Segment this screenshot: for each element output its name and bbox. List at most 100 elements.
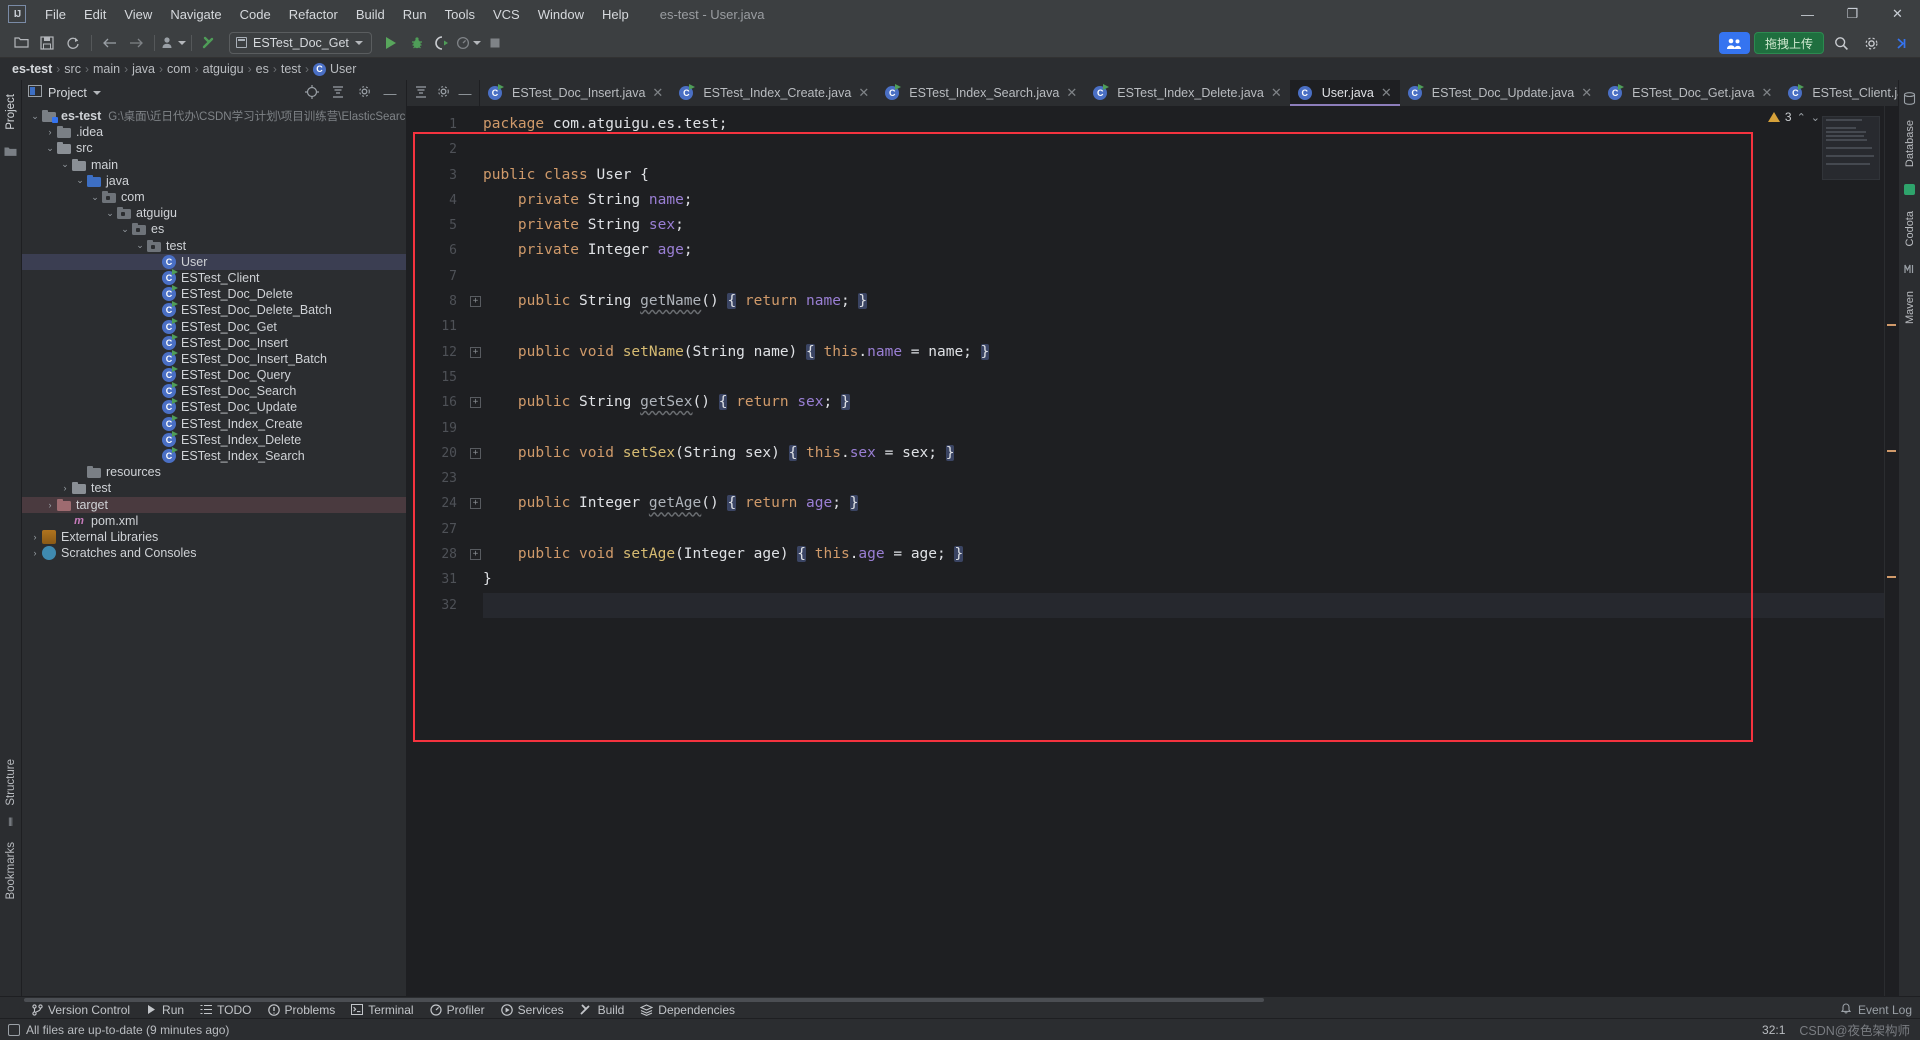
search-icon[interactable] bbox=[1828, 31, 1854, 55]
menu-item-navigate[interactable]: Navigate bbox=[161, 4, 230, 25]
tree-node-User[interactable]: C User bbox=[22, 253, 406, 270]
editor-tab-ESTest_Client.ja[interactable]: CESTest_Client.ja✕ bbox=[1780, 80, 1898, 106]
gutter-line[interactable]: 6 bbox=[407, 238, 465, 263]
tree-node-ESTest_Doc_Query[interactable]: C ESTest_Doc_Query bbox=[22, 366, 406, 383]
chevron-right-icon[interactable]: › bbox=[28, 532, 42, 542]
tree-node-es-test[interactable]: ⌄ es-test G:\桌面\近日代办\CSDN学习计划\项目训练营\Elasti… bbox=[22, 108, 406, 124]
scrollbar-thumb[interactable] bbox=[24, 998, 1264, 1002]
menu-item-vcs[interactable]: VCS bbox=[484, 4, 529, 25]
bottom-bar-services[interactable]: Services bbox=[493, 1000, 572, 1020]
menu-item-build[interactable]: Build bbox=[347, 4, 394, 25]
debug-button[interactable] bbox=[404, 31, 430, 55]
tree-node-.idea[interactable]: › .idea bbox=[22, 124, 406, 140]
tool-window-structure[interactable]: Structure bbox=[5, 753, 17, 812]
inspection-mark[interactable] bbox=[1887, 576, 1896, 578]
editor-tab-ESTest_Index_Delete.java[interactable]: C ESTest_Index_Delete.java ✕ bbox=[1085, 80, 1290, 106]
bottom-bar-terminal[interactable]: Terminal bbox=[343, 1000, 421, 1020]
inspection-strip[interactable] bbox=[1884, 106, 1898, 996]
bottom-bar-version-control[interactable]: Version Control bbox=[24, 1000, 138, 1020]
tool-window-codota[interactable]: Codota bbox=[1904, 205, 1916, 252]
bottom-bar-run[interactable]: Run bbox=[138, 1000, 192, 1020]
menu-item-refactor[interactable]: Refactor bbox=[280, 4, 347, 25]
tool-window-maven[interactable]: Maven bbox=[1904, 285, 1916, 330]
menu-item-tools[interactable]: Tools bbox=[436, 4, 484, 25]
folder-icon[interactable] bbox=[4, 146, 17, 160]
gutter-line[interactable]: 2 bbox=[407, 137, 465, 162]
editor-tab-ESTest_Doc_Get.java[interactable]: C ESTest_Doc_Get.java ✕ bbox=[1600, 80, 1780, 106]
tree-node-Scratches-and-Consoles[interactable]: › Scratches and Consoles bbox=[22, 545, 406, 561]
tree-node-java[interactable]: ⌄ java bbox=[22, 173, 406, 189]
chevron-down-icon[interactable]: ⌄ bbox=[118, 224, 132, 235]
project-tree[interactable]: ⌄ es-test G:\桌面\近日代办\CSDN学习计划\项目训练营\Elasti… bbox=[22, 106, 406, 996]
gutter-line[interactable]: 15 bbox=[407, 365, 465, 390]
chevron-down-icon[interactable]: ⌄ bbox=[133, 240, 147, 251]
chevron-down-icon[interactable]: ⌄ bbox=[1811, 111, 1820, 124]
tree-node-ESTest_Index_Create[interactable]: C ESTest_Index_Create bbox=[22, 414, 406, 432]
code-line[interactable]: package com.atguigu.es.test; bbox=[483, 112, 1884, 137]
gutter-line[interactable]: 31 bbox=[407, 567, 465, 592]
breadcrumb-item-es[interactable]: es bbox=[252, 62, 273, 76]
menu-item-view[interactable]: View bbox=[115, 4, 161, 25]
breadcrumb-item-com[interactable]: com bbox=[163, 62, 195, 76]
code-line[interactable]: private String name; bbox=[483, 188, 1884, 213]
close-tab-icon[interactable]: ✕ bbox=[1271, 85, 1282, 101]
tree-node-ESTest_Doc_Insert[interactable]: C ESTest_Doc_Insert bbox=[22, 333, 406, 351]
menu-item-file[interactable]: File bbox=[36, 4, 75, 25]
chevron-right-icon[interactable]: › bbox=[58, 483, 72, 493]
editor-gutter[interactable]: 1 2 3 4 5 6 7 8 +11 12 +15 16 +19 20 +23 24 +27 28 +31 32 bbox=[407, 106, 481, 996]
gear-icon[interactable] bbox=[1858, 31, 1884, 55]
tree-node-External-Libraries[interactable]: › External Libraries bbox=[22, 529, 406, 545]
chevron-down-icon[interactable]: ⌄ bbox=[103, 208, 117, 219]
chevron-down-icon[interactable]: ⌄ bbox=[88, 192, 102, 203]
stop-button[interactable] bbox=[482, 31, 508, 55]
code-line[interactable] bbox=[483, 365, 1884, 390]
close-tab-icon[interactable]: ✕ bbox=[1761, 85, 1772, 101]
gutter-line[interactable]: 23 bbox=[407, 466, 465, 491]
database-icon[interactable] bbox=[1902, 90, 1918, 106]
menu-item-edit[interactable]: Edit bbox=[75, 4, 115, 25]
chevron-down-icon[interactable]: ⌄ bbox=[28, 111, 42, 122]
build-hammer-icon[interactable] bbox=[197, 31, 223, 55]
tree-node-ESTest_Doc_Update[interactable]: C ESTest_Doc_Update bbox=[22, 398, 406, 415]
tree-node-resources[interactable]: resources bbox=[22, 464, 406, 480]
tree-node-ESTest_Doc_Insert_Batch[interactable]: C ESTest_Doc_Insert_Batch bbox=[22, 349, 406, 367]
collapse-all-icon[interactable] bbox=[411, 85, 431, 102]
close-tab-icon[interactable]: ✕ bbox=[858, 85, 869, 101]
close-tab-icon[interactable]: ✕ bbox=[1581, 85, 1592, 101]
code-line[interactable]: public String getName() { return name; } bbox=[483, 289, 1884, 314]
gutter-line[interactable]: 24 + bbox=[407, 491, 481, 516]
save-icon[interactable] bbox=[34, 31, 60, 55]
gutter-line[interactable]: 8 + bbox=[407, 289, 481, 314]
editor-tab-ESTest_Doc_Update.java[interactable]: C ESTest_Doc_Update.java ✕ bbox=[1400, 80, 1600, 106]
code-line[interactable]: public void setSex(String sex) { this.se… bbox=[483, 441, 1884, 466]
run-configuration-selector[interactable]: ESTest_Doc_Get bbox=[229, 31, 372, 54]
code-line[interactable]: } bbox=[483, 567, 1884, 592]
code-line[interactable] bbox=[483, 466, 1884, 491]
breadcrumb-item-java[interactable]: java bbox=[128, 62, 159, 76]
gutter-line[interactable]: 12 + bbox=[407, 340, 481, 365]
tree-node-main[interactable]: ⌄ main bbox=[22, 157, 406, 173]
gutter-line[interactable]: 20 + bbox=[407, 441, 481, 466]
gutter-line[interactable]: 27 bbox=[407, 517, 465, 542]
breadcrumb-class[interactable]: C User bbox=[309, 62, 360, 76]
code-line[interactable]: public Integer getAge() { return age; } bbox=[483, 491, 1884, 516]
back-arrow-icon[interactable] bbox=[97, 31, 123, 55]
bottom-bar-dependencies[interactable]: Dependencies bbox=[632, 1000, 743, 1020]
code-line[interactable]: public void setAge(Integer age) { this.a… bbox=[483, 542, 1884, 567]
breadcrumb-item-main[interactable]: main bbox=[89, 62, 124, 76]
tree-node-test[interactable]: › test bbox=[22, 480, 406, 496]
collapse-all-icon[interactable] bbox=[328, 85, 348, 102]
code-line[interactable]: public void setName(String name) { this.… bbox=[483, 340, 1884, 365]
gutter-line[interactable]: 3 bbox=[407, 163, 465, 188]
profiler-button[interactable] bbox=[456, 31, 482, 55]
chevron-down-icon[interactable] bbox=[92, 91, 101, 95]
code-line[interactable]: private Integer age; bbox=[483, 238, 1884, 263]
code-line[interactable] bbox=[483, 137, 1884, 162]
tree-node-test[interactable]: ⌄ test bbox=[22, 238, 406, 254]
chevron-down-icon[interactable]: ⌄ bbox=[58, 159, 72, 170]
tree-node-ESTest_Doc_Get[interactable]: C ESTest_Doc_Get bbox=[22, 317, 406, 334]
breadcrumb-item-atguigu[interactable]: atguigu bbox=[199, 62, 248, 76]
editor-minimap[interactable] bbox=[1822, 116, 1880, 180]
menu-item-window[interactable]: Window bbox=[529, 4, 593, 25]
tree-node-src[interactable]: ⌄ src bbox=[22, 140, 406, 156]
